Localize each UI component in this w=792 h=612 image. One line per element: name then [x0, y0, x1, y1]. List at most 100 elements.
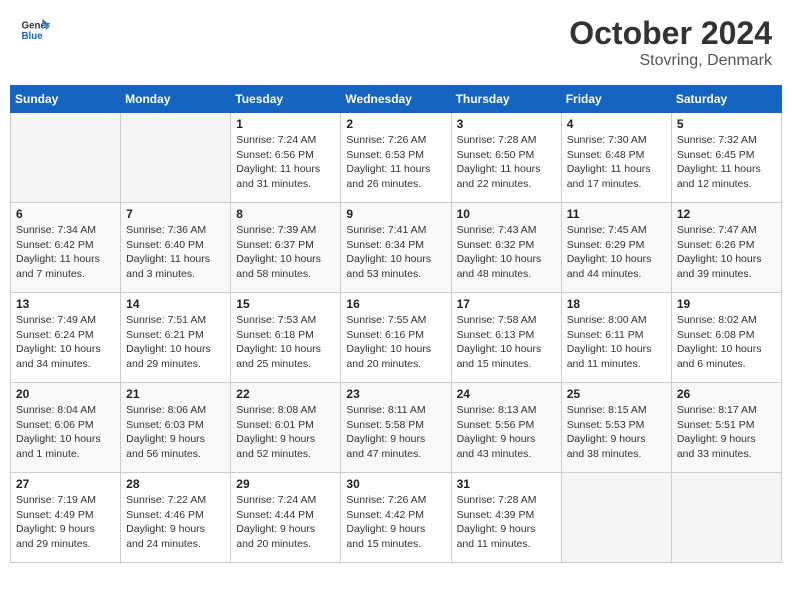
calendar-cell — [11, 113, 121, 203]
day-number: 8 — [236, 207, 335, 221]
day-number: 1 — [236, 117, 335, 131]
day-number: 30 — [346, 477, 445, 491]
day-info: Sunrise: 7:49 AM Sunset: 6:24 PM Dayligh… — [16, 313, 115, 372]
day-info: Sunrise: 8:04 AM Sunset: 6:06 PM Dayligh… — [16, 403, 115, 462]
day-number: 26 — [677, 387, 776, 401]
day-number: 18 — [567, 297, 666, 311]
day-info: Sunrise: 7:47 AM Sunset: 6:26 PM Dayligh… — [677, 223, 776, 282]
page-header: General Blue October 2024 Stovring, Denm… — [10, 10, 782, 75]
day-info: Sunrise: 8:08 AM Sunset: 6:01 PM Dayligh… — [236, 403, 335, 462]
calendar-cell: 16 Sunrise: 7:55 AM Sunset: 6:16 PM Dayli… — [341, 293, 451, 383]
week-row-1: 1 Sunrise: 7:24 AM Sunset: 6:56 PM Daylig… — [11, 113, 782, 203]
calendar-cell: 14Sunrise: 7:51 AM Sunset: 6:21 PM Dayli… — [121, 293, 231, 383]
day-number: 15 — [236, 297, 335, 311]
calendar-cell: 7Sunrise: 7:36 AM Sunset: 6:40 PM Daylig… — [121, 203, 231, 293]
weekday-sunday: Sunday — [11, 86, 121, 113]
day-info: Sunrise: 8:06 AM Sunset: 6:03 PM Dayligh… — [126, 403, 225, 462]
day-info: Sunrise: 7:28 AM Sunset: 6:50 PM Dayligh… — [457, 133, 556, 192]
day-info: Sunrise: 7:34 AM Sunset: 6:42 PM Dayligh… — [16, 223, 115, 282]
calendar-table: SundayMondayTuesdayWednesdayThursdayFrid… — [10, 85, 782, 563]
calendar-cell: 5Sunrise: 7:32 AM Sunset: 6:45 PM Daylig… — [671, 113, 781, 203]
day-number: 6 — [16, 207, 115, 221]
day-number: 3 — [457, 117, 556, 131]
week-row-5: 27 Sunrise: 7:19 AM Sunset: 4:49 PM Dayli… — [11, 473, 782, 563]
calendar-cell: 29 Sunrise: 7:24 AM Sunset: 4:44 PM Dayli… — [231, 473, 341, 563]
day-info: Sunrise: 7:26 AM Sunset: 4:42 PM Dayligh… — [346, 493, 445, 552]
calendar-cell: 24Sunrise: 8:13 AM Sunset: 5:56 PM Dayli… — [451, 383, 561, 473]
calendar-cell: 9 Sunrise: 7:41 AM Sunset: 6:34 PM Daylig… — [341, 203, 451, 293]
day-number: 20 — [16, 387, 115, 401]
day-number: 27 — [16, 477, 115, 491]
weekday-monday: Monday — [121, 86, 231, 113]
calendar-cell: 2 Sunrise: 7:26 AM Sunset: 6:53 PM Daylig… — [341, 113, 451, 203]
week-row-2: 6 Sunrise: 7:34 AM Sunset: 6:42 PM Daylig… — [11, 203, 782, 293]
day-number: 11 — [567, 207, 666, 221]
month-title: October 2024 — [569, 15, 772, 52]
day-info: Sunrise: 8:11 AM Sunset: 5:58 PM Dayligh… — [346, 403, 445, 462]
day-number: 29 — [236, 477, 335, 491]
calendar-cell: 10 Sunrise: 7:43 AM Sunset: 6:32 PM Dayli… — [451, 203, 561, 293]
calendar-cell — [561, 473, 671, 563]
day-info: Sunrise: 7:53 AM Sunset: 6:18 PM Dayligh… — [236, 313, 335, 372]
day-info: Sunrise: 8:15 AM Sunset: 5:53 PM Dayligh… — [567, 403, 666, 462]
day-info: Sunrise: 7:41 AM Sunset: 6:34 PM Dayligh… — [346, 223, 445, 282]
calendar-cell: 28 Sunrise: 7:22 AM Sunset: 4:46 PM Dayli… — [121, 473, 231, 563]
day-info: Sunrise: 7:36 AM Sunset: 6:40 PM Dayligh… — [126, 223, 225, 282]
weekday-friday: Friday — [561, 86, 671, 113]
day-number: 10 — [457, 207, 556, 221]
day-info: Sunrise: 7:26 AM Sunset: 6:53 PM Dayligh… — [346, 133, 445, 192]
weekday-tuesday: Tuesday — [231, 86, 341, 113]
day-number: 5 — [677, 117, 776, 131]
day-number: 31 — [457, 477, 556, 491]
calendar-cell: 19 Sunrise: 8:02 AM Sunset: 6:08 PM Dayli… — [671, 293, 781, 383]
day-info: Sunrise: 7:43 AM Sunset: 6:32 PM Dayligh… — [457, 223, 556, 282]
calendar-cell — [121, 113, 231, 203]
day-info: Sunrise: 7:28 AM Sunset: 4:39 PM Dayligh… — [457, 493, 556, 552]
day-number: 21 — [126, 387, 225, 401]
logo-icon: General Blue — [20, 15, 50, 45]
day-number: 19 — [677, 297, 776, 311]
day-info: Sunrise: 8:02 AM Sunset: 6:08 PM Dayligh… — [677, 313, 776, 372]
day-info: Sunrise: 7:22 AM Sunset: 4:46 PM Dayligh… — [126, 493, 225, 552]
calendar-cell: 11 Sunrise: 7:45 AM Sunset: 6:29 PM Dayli… — [561, 203, 671, 293]
day-number: 17 — [457, 297, 556, 311]
day-number: 13 — [16, 297, 115, 311]
svg-text:Blue: Blue — [22, 31, 44, 42]
calendar-cell: 3 Sunrise: 7:28 AM Sunset: 6:50 PM Daylig… — [451, 113, 561, 203]
calendar-cell: 18 Sunrise: 8:00 AM Sunset: 6:11 PM Dayli… — [561, 293, 671, 383]
day-info: Sunrise: 7:39 AM Sunset: 6:37 PM Dayligh… — [236, 223, 335, 282]
calendar-cell: 15 Sunrise: 7:53 AM Sunset: 6:18 PM Dayli… — [231, 293, 341, 383]
day-number: 12 — [677, 207, 776, 221]
day-number: 4 — [567, 117, 666, 131]
day-info: Sunrise: 8:00 AM Sunset: 6:11 PM Dayligh… — [567, 313, 666, 372]
day-info: Sunrise: 8:13 AM Sunset: 5:56 PM Dayligh… — [457, 403, 556, 462]
day-number: 9 — [346, 207, 445, 221]
calendar-cell: 23 Sunrise: 8:11 AM Sunset: 5:58 PM Dayli… — [341, 383, 451, 473]
day-info: Sunrise: 7:19 AM Sunset: 4:49 PM Dayligh… — [16, 493, 115, 552]
logo: General Blue — [20, 15, 50, 45]
calendar-cell: 6 Sunrise: 7:34 AM Sunset: 6:42 PM Daylig… — [11, 203, 121, 293]
week-row-4: 20 Sunrise: 8:04 AM Sunset: 6:06 PM Dayli… — [11, 383, 782, 473]
day-info: Sunrise: 7:45 AM Sunset: 6:29 PM Dayligh… — [567, 223, 666, 282]
day-number: 2 — [346, 117, 445, 131]
calendar-cell: 12 Sunrise: 7:47 AM Sunset: 6:26 PM Dayli… — [671, 203, 781, 293]
day-info: Sunrise: 8:17 AM Sunset: 5:51 PM Dayligh… — [677, 403, 776, 462]
calendar-cell: 22 Sunrise: 8:08 AM Sunset: 6:01 PM Dayli… — [231, 383, 341, 473]
weekday-thursday: Thursday — [451, 86, 561, 113]
calendar-cell: 26 Sunrise: 8:17 AM Sunset: 5:51 PM Dayli… — [671, 383, 781, 473]
day-number: 22 — [236, 387, 335, 401]
day-info: Sunrise: 7:55 AM Sunset: 6:16 PM Dayligh… — [346, 313, 445, 372]
weekday-header-row: SundayMondayTuesdayWednesdayThursdayFrid… — [11, 86, 782, 113]
calendar-cell: 27 Sunrise: 7:19 AM Sunset: 4:49 PM Dayli… — [11, 473, 121, 563]
day-number: 14 — [126, 297, 225, 311]
calendar-cell: 30 Sunrise: 7:26 AM Sunset: 4:42 PM Dayli… — [341, 473, 451, 563]
day-number: 16 — [346, 297, 445, 311]
day-info: Sunrise: 7:24 AM Sunset: 4:44 PM Dayligh… — [236, 493, 335, 552]
day-number: 28 — [126, 477, 225, 491]
weekday-wednesday: Wednesday — [341, 86, 451, 113]
calendar-cell: 13 Sunrise: 7:49 AM Sunset: 6:24 PM Dayli… — [11, 293, 121, 383]
day-info: Sunrise: 7:24 AM Sunset: 6:56 PM Dayligh… — [236, 133, 335, 192]
calendar-cell: 8 Sunrise: 7:39 AM Sunset: 6:37 PM Daylig… — [231, 203, 341, 293]
calendar-cell: 25Sunrise: 8:15 AM Sunset: 5:53 PM Dayli… — [561, 383, 671, 473]
day-number: 23 — [346, 387, 445, 401]
